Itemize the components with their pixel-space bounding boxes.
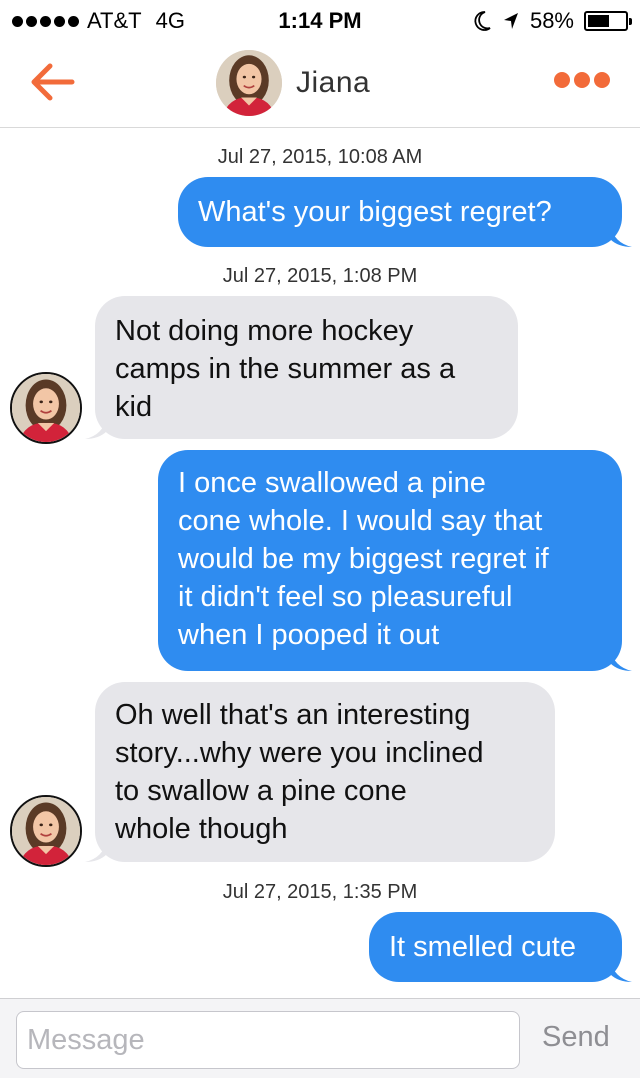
message-bubble-incoming[interactable]: Oh well that's an interesting story...wh…: [85, 682, 555, 862]
battery-fill: [588, 15, 609, 27]
timestamp: Jul 27, 2015, 1:08 PM: [222, 265, 418, 287]
moon-icon: [474, 11, 491, 31]
bubble-tail: [610, 225, 632, 247]
message-text: It smelled cute: [389, 931, 576, 963]
location-arrow-icon: [503, 13, 518, 29]
message-text-line: camps in the summer as a: [115, 353, 456, 385]
message-bubble-outgoing[interactable]: I once swallowed a pine cone whole. I wo…: [158, 450, 632, 671]
timestamp: Jul 27, 2015, 10:08 AM: [217, 146, 423, 168]
bubble-tail: [610, 960, 632, 982]
composer-bar: Send: [0, 998, 640, 1078]
bubble-tail: [610, 649, 632, 671]
more-dots-icon[interactable]: [554, 72, 610, 88]
message-text-line: Not doing more hockey: [115, 315, 414, 347]
timestamp: Jul 27, 2015, 1:35 PM: [222, 881, 418, 903]
back-arrow-icon[interactable]: [28, 60, 78, 104]
message-text-line: would be my biggest regret if: [178, 543, 549, 575]
message-input[interactable]: [16, 1011, 520, 1069]
message-text-line: when I pooped it out: [178, 619, 440, 651]
battery-icon: [584, 11, 632, 31]
message-bubble-incoming[interactable]: Not doing more hockey camps in the summe…: [85, 296, 518, 439]
sender-avatar[interactable]: [10, 795, 82, 867]
contact-avatar[interactable]: [216, 50, 282, 116]
message-bubble-outgoing[interactable]: What's your biggest regret?: [178, 177, 632, 247]
sender-avatar[interactable]: [10, 372, 82, 444]
chat-header: Jiana: [0, 40, 640, 128]
battery-percent: 58%: [529, 8, 574, 33]
message-text: What's your biggest regret?: [198, 196, 552, 228]
send-button[interactable]: Send: [542, 1021, 610, 1054]
status-bar: AT&T 4G 1:14 PM 58%: [0, 0, 640, 40]
contact-title[interactable]: Jiana: [216, 50, 370, 116]
contact-name[interactable]: Jiana: [296, 66, 370, 100]
message-text-line: cone whole. I would say that: [178, 505, 543, 537]
message-text-line: Oh well that's an interesting: [115, 699, 471, 731]
message-text-line: I once swallowed a pine: [178, 467, 486, 499]
bubble-tail: [85, 840, 107, 862]
message-text-line: kid: [115, 391, 153, 423]
message-list[interactable]: Jul 27, 2015, 10:08 AM What's your bigge…: [0, 128, 640, 998]
bubble-tail: [85, 417, 107, 439]
message-bubble-outgoing[interactable]: It smelled cute: [369, 912, 632, 982]
message-text-line: it didn't feel so pleasureful: [178, 581, 513, 613]
message-text-line: whole though: [115, 813, 288, 845]
message-text-line: story...why were you inclined: [115, 737, 484, 769]
status-right: 58%: [472, 8, 632, 34]
message-text-line: to swallow a pine cone: [115, 775, 407, 807]
